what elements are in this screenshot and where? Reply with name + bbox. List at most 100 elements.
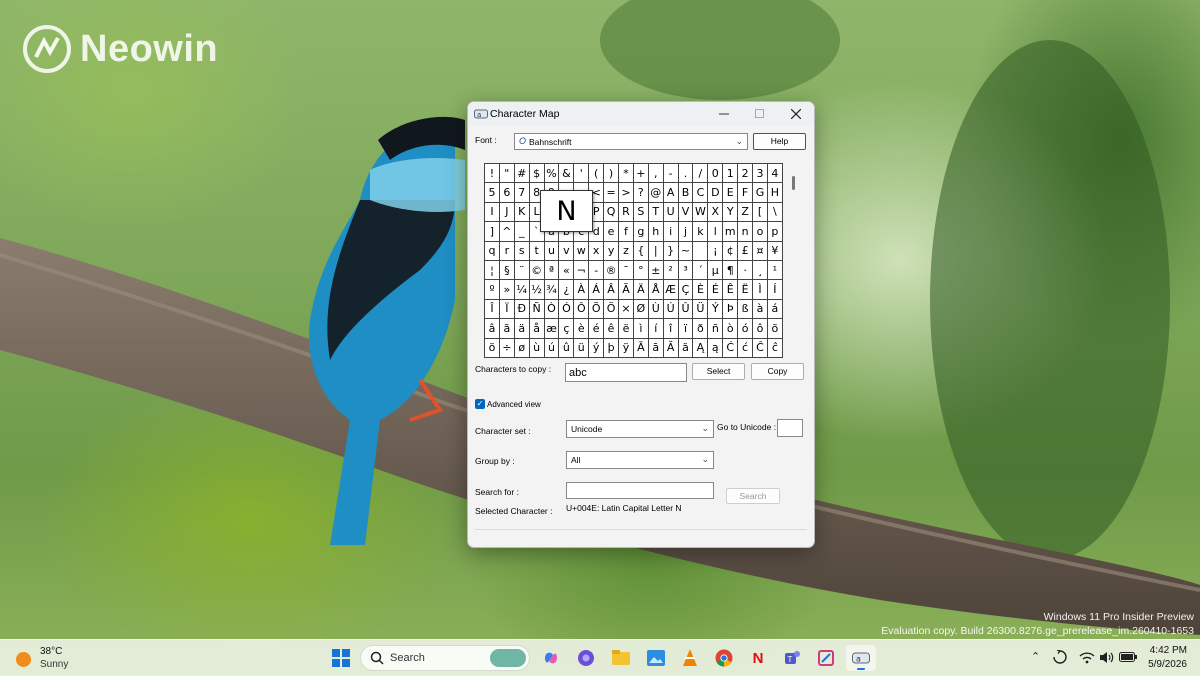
- char-cell[interactable]: Ć: [723, 338, 739, 358]
- maximize-button[interactable]: [742, 102, 778, 126]
- taskbar-search-box[interactable]: Search: [360, 645, 530, 671]
- char-cell[interactable]: «: [559, 260, 575, 281]
- character-grid[interactable]: !"#$%&'()*+,-./0123456789:;<=>?@ABCDEFGH…: [484, 163, 783, 358]
- char-cell[interactable]: G: [753, 183, 768, 203]
- char-cell[interactable]: ü: [574, 338, 590, 358]
- char-cell[interactable]: S: [633, 202, 649, 223]
- char-cell[interactable]: Ò: [544, 299, 560, 320]
- char-cell[interactable]: t: [529, 241, 545, 261]
- chevron-up-icon[interactable]: ⌃: [1031, 650, 1040, 663]
- char-cell[interactable]: ?: [633, 183, 649, 203]
- char-cell[interactable]: å: [529, 319, 545, 339]
- char-cell[interactable]: Å: [648, 280, 664, 300]
- char-cell[interactable]: E: [723, 183, 739, 203]
- char-cell[interactable]: ~: [678, 241, 694, 261]
- char-cell[interactable]: k: [693, 222, 709, 242]
- char-cell[interactable]: ¥: [767, 241, 783, 261]
- char-cell[interactable]: j: [678, 222, 694, 242]
- char-cell[interactable]: ¹: [767, 260, 783, 281]
- char-cell[interactable]: ³: [678, 260, 694, 281]
- char-cell[interactable]: =: [604, 183, 620, 203]
- char-cell[interactable]: ©: [529, 260, 545, 281]
- char-cell[interactable]: V: [678, 202, 694, 223]
- char-cell[interactable]: ñ: [708, 319, 724, 339]
- char-cell[interactable]: Í: [767, 280, 783, 300]
- char-cell[interactable]: ê: [604, 319, 620, 339]
- char-cell[interactable]: ¯: [619, 260, 634, 281]
- close-button[interactable]: [778, 102, 814, 126]
- char-cell[interactable]: _: [514, 222, 530, 242]
- char-cell[interactable]: ): [604, 164, 620, 184]
- netflix-icon[interactable]: N: [748, 648, 768, 668]
- char-cell[interactable]: 7: [514, 183, 530, 203]
- start-button[interactable]: [331, 648, 351, 668]
- char-cell[interactable]: -: [663, 164, 679, 184]
- char-cell[interactable]: #: [514, 164, 530, 184]
- char-cell[interactable]: ¡: [708, 241, 724, 261]
- char-cell[interactable]: T: [648, 202, 664, 223]
- char-cell[interactable]: W: [693, 202, 709, 223]
- char-cell[interactable]: £: [738, 241, 754, 261]
- char-cell[interactable]: /: [693, 164, 709, 184]
- char-cell[interactable]: n: [738, 222, 754, 242]
- photos-icon[interactable]: [646, 648, 666, 668]
- wifi-icon[interactable]: [1078, 649, 1096, 665]
- char-cell[interactable]: ã: [499, 319, 515, 339]
- select-button[interactable]: Select: [692, 363, 745, 380]
- char-cell[interactable]: ±: [648, 260, 664, 281]
- char-cell[interactable]: Û: [678, 299, 694, 320]
- char-cell[interactable]: ë: [619, 319, 634, 339]
- char-cell[interactable]: !: [485, 164, 500, 184]
- char-cell[interactable]: 3: [753, 164, 768, 184]
- char-cell[interactable]: A: [663, 183, 679, 203]
- file-explorer-icon[interactable]: [611, 648, 631, 668]
- char-cell[interactable]: -: [589, 260, 605, 281]
- char-cell[interactable]: Õ: [589, 299, 605, 320]
- char-cell[interactable]: ´: [693, 260, 709, 281]
- char-cell[interactable]: þ: [604, 338, 620, 358]
- char-cell[interactable]: Ā: [633, 338, 649, 358]
- firefox-dev-icon[interactable]: [576, 648, 596, 668]
- char-cell[interactable]: $: [529, 164, 545, 184]
- char-cell[interactable]: u: [544, 241, 560, 261]
- minimize-button[interactable]: [706, 102, 742, 126]
- char-cell[interactable]: q: [485, 241, 500, 261]
- char-cell[interactable]: ć: [738, 338, 754, 358]
- char-cell[interactable]: Ì: [753, 280, 768, 300]
- char-cell[interactable]: á: [767, 299, 783, 320]
- char-cell[interactable]: s: [514, 241, 530, 261]
- char-cell[interactable]: x: [589, 241, 605, 261]
- char-cell[interactable]: %: [544, 164, 560, 184]
- group-by-dropdown[interactable]: All ⌄: [566, 451, 714, 469]
- char-cell[interactable]: ú: [544, 338, 560, 358]
- char-cell[interactable]: J: [499, 202, 515, 223]
- char-cell[interactable]: .: [678, 164, 694, 184]
- char-cell[interactable]: v: [559, 241, 575, 261]
- char-cell[interactable]: Â: [604, 280, 620, 300]
- char-cell[interactable]: ": [499, 164, 515, 184]
- char-cell[interactable]: Î: [485, 299, 500, 320]
- char-cell[interactable]: e: [604, 222, 620, 242]
- char-cell[interactable]: ': [574, 164, 590, 184]
- char-cell[interactable]: Ô: [574, 299, 590, 320]
- char-cell[interactable]: m: [723, 222, 739, 242]
- char-cell[interactable]: 4: [767, 164, 783, 184]
- character-map-taskbar-button[interactable]: a: [846, 645, 876, 671]
- char-cell[interactable]: ¨: [514, 260, 530, 281]
- char-cell[interactable]: ·: [738, 260, 754, 281]
- char-cell[interactable]: ÷: [499, 338, 515, 358]
- char-cell[interactable]: 6: [499, 183, 515, 203]
- char-cell[interactable]: Ü: [693, 299, 709, 320]
- char-cell[interactable]: Y: [723, 202, 739, 223]
- char-cell[interactable]: ß: [738, 299, 754, 320]
- chrome-icon[interactable]: [714, 648, 734, 668]
- char-cell[interactable]: ä: [514, 319, 530, 339]
- char-cell[interactable]: ×: [619, 299, 634, 320]
- font-dropdown[interactable]: O Bahnschrift ⌄: [514, 133, 748, 150]
- char-cell[interactable]: h: [648, 222, 664, 242]
- char-cell[interactable]: +: [633, 164, 649, 184]
- char-cell[interactable]: Ú: [663, 299, 679, 320]
- char-cell[interactable]: è: [574, 319, 590, 339]
- volume-icon[interactable]: [1098, 649, 1116, 665]
- char-cell[interactable]: 5: [485, 183, 500, 203]
